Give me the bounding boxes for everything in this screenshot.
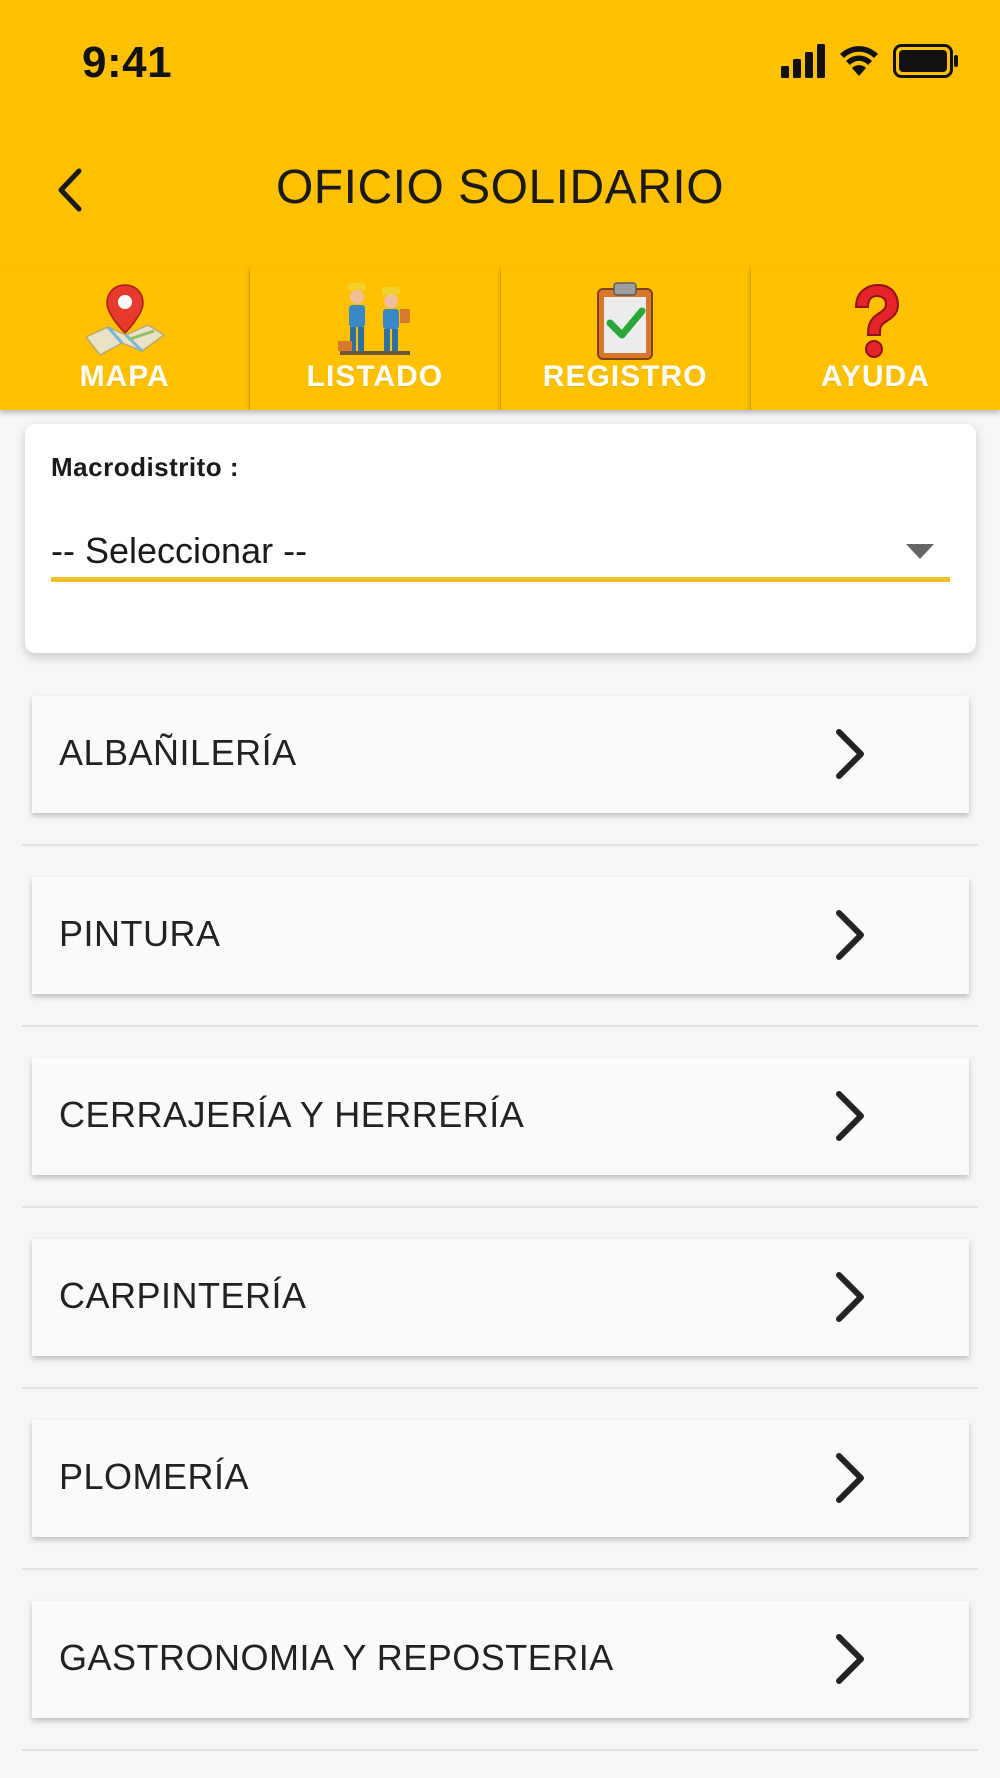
category-label: GASTRONOMIA Y REPOSTERIA xyxy=(59,1637,614,1678)
macrodistrito-select[interactable]: -- Seleccionar -- xyxy=(51,520,950,582)
list-item: CARPINTERÍA xyxy=(0,1239,1000,1420)
signal-icon xyxy=(781,44,825,78)
tab-registro[interactable]: REGISTRO xyxy=(500,267,751,410)
divider xyxy=(22,1568,978,1570)
list-item: GASTRONOMIA Y REPOSTERIA xyxy=(0,1601,1000,1778)
select-value: -- Seleccionar -- xyxy=(51,530,308,571)
category-label: CARPINTERÍA xyxy=(59,1275,307,1316)
status-bar: 9:41 xyxy=(0,0,1000,125)
category-albanileria[interactable]: ALBAÑILERÍA xyxy=(32,696,969,813)
map-pin-icon xyxy=(84,284,165,356)
divider xyxy=(22,844,978,846)
divider xyxy=(22,1749,978,1751)
tab-label-mapa: MAPA xyxy=(79,360,170,393)
divider xyxy=(22,1387,978,1389)
question-mark-icon xyxy=(855,283,900,358)
category-label: ALBAÑILERÍA xyxy=(59,732,297,773)
clipboard-check-icon xyxy=(597,282,654,360)
tab-ayuda[interactable]: AYUDA xyxy=(750,267,1000,410)
chevron-right-icon xyxy=(836,1634,864,1684)
chevron-right-icon xyxy=(836,1272,864,1322)
chevron-right-icon xyxy=(836,910,864,960)
status-icons xyxy=(781,44,966,84)
chevron-right-icon xyxy=(836,1453,864,1503)
tab-label-ayuda: AYUDA xyxy=(820,360,930,393)
tab-label-registro: REGISTRO xyxy=(542,360,708,393)
chevron-right-icon xyxy=(836,1091,864,1141)
wifi-icon xyxy=(840,46,878,76)
app-header: 9:41 OFICIO SOLIDARIO xyxy=(0,0,1000,267)
category-label: PLOMERÍA xyxy=(59,1456,250,1497)
tab-listado[interactable]: LISTADO xyxy=(250,267,501,410)
category-cerrajeria-herreria[interactable]: CERRAJERÍA Y HERRERÍA xyxy=(32,1058,969,1175)
filter-card: Macrodistrito : -- Seleccionar -- xyxy=(25,424,976,653)
category-plomeria[interactable]: PLOMERÍA xyxy=(32,1420,969,1537)
category-pintura[interactable]: PINTURA xyxy=(32,877,969,994)
chevron-right-icon xyxy=(836,729,864,779)
battery-icon xyxy=(893,44,958,78)
status-time: 9:41 xyxy=(82,38,173,87)
list-item: PINTURA xyxy=(0,877,1000,1058)
tab-mapa[interactable]: MAPA xyxy=(0,267,251,410)
list-item: CERRAJERÍA Y HERRERÍA xyxy=(0,1058,1000,1239)
list-item: PLOMERÍA xyxy=(0,1420,1000,1601)
category-label: CERRAJERÍA Y HERRERÍA xyxy=(59,1094,525,1135)
divider xyxy=(22,1206,978,1208)
workers-icon xyxy=(337,283,410,355)
page-title: OFICIO SOLIDARIO xyxy=(275,161,725,214)
category-carpinteria[interactable]: CARPINTERÍA xyxy=(32,1239,969,1356)
category-label: PINTURA xyxy=(59,913,221,954)
macrodistrito-label: Macrodistrito : xyxy=(51,452,240,482)
tab-bar: MAPA LISTADO REGISTRO AYUDA xyxy=(0,267,1000,410)
divider xyxy=(22,1025,978,1027)
tab-label-listado: LISTADO xyxy=(306,360,444,393)
list-item: ALBAÑILERÍA xyxy=(0,696,1000,877)
dropdown-arrow-icon xyxy=(906,544,934,559)
category-gastronomia-reposteria[interactable]: GASTRONOMIA Y REPOSTERIA xyxy=(32,1601,969,1718)
